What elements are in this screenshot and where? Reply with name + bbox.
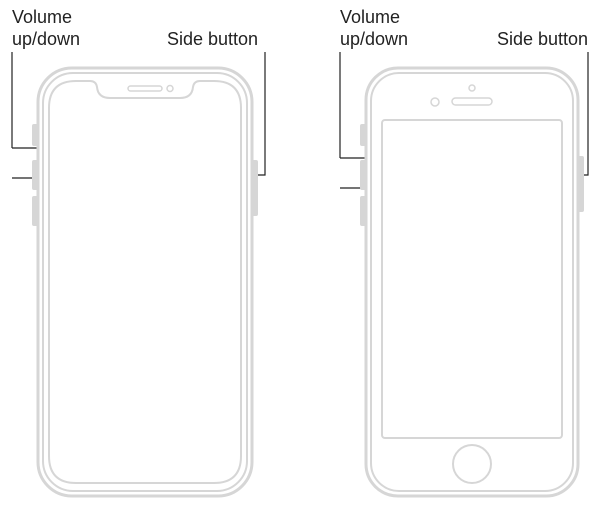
label-side-phone2: Side button: [497, 28, 588, 50]
label-volume-phone1: Volume up/down: [12, 6, 80, 50]
label-side-phone1: Side button: [167, 28, 258, 50]
diagram-stage: Volume up/down Side button Volume up/dow…: [0, 0, 600, 514]
label-volume-phone2: Volume up/down: [340, 6, 408, 50]
phone-home-button: [360, 64, 584, 504]
phone-notch: [30, 64, 260, 504]
